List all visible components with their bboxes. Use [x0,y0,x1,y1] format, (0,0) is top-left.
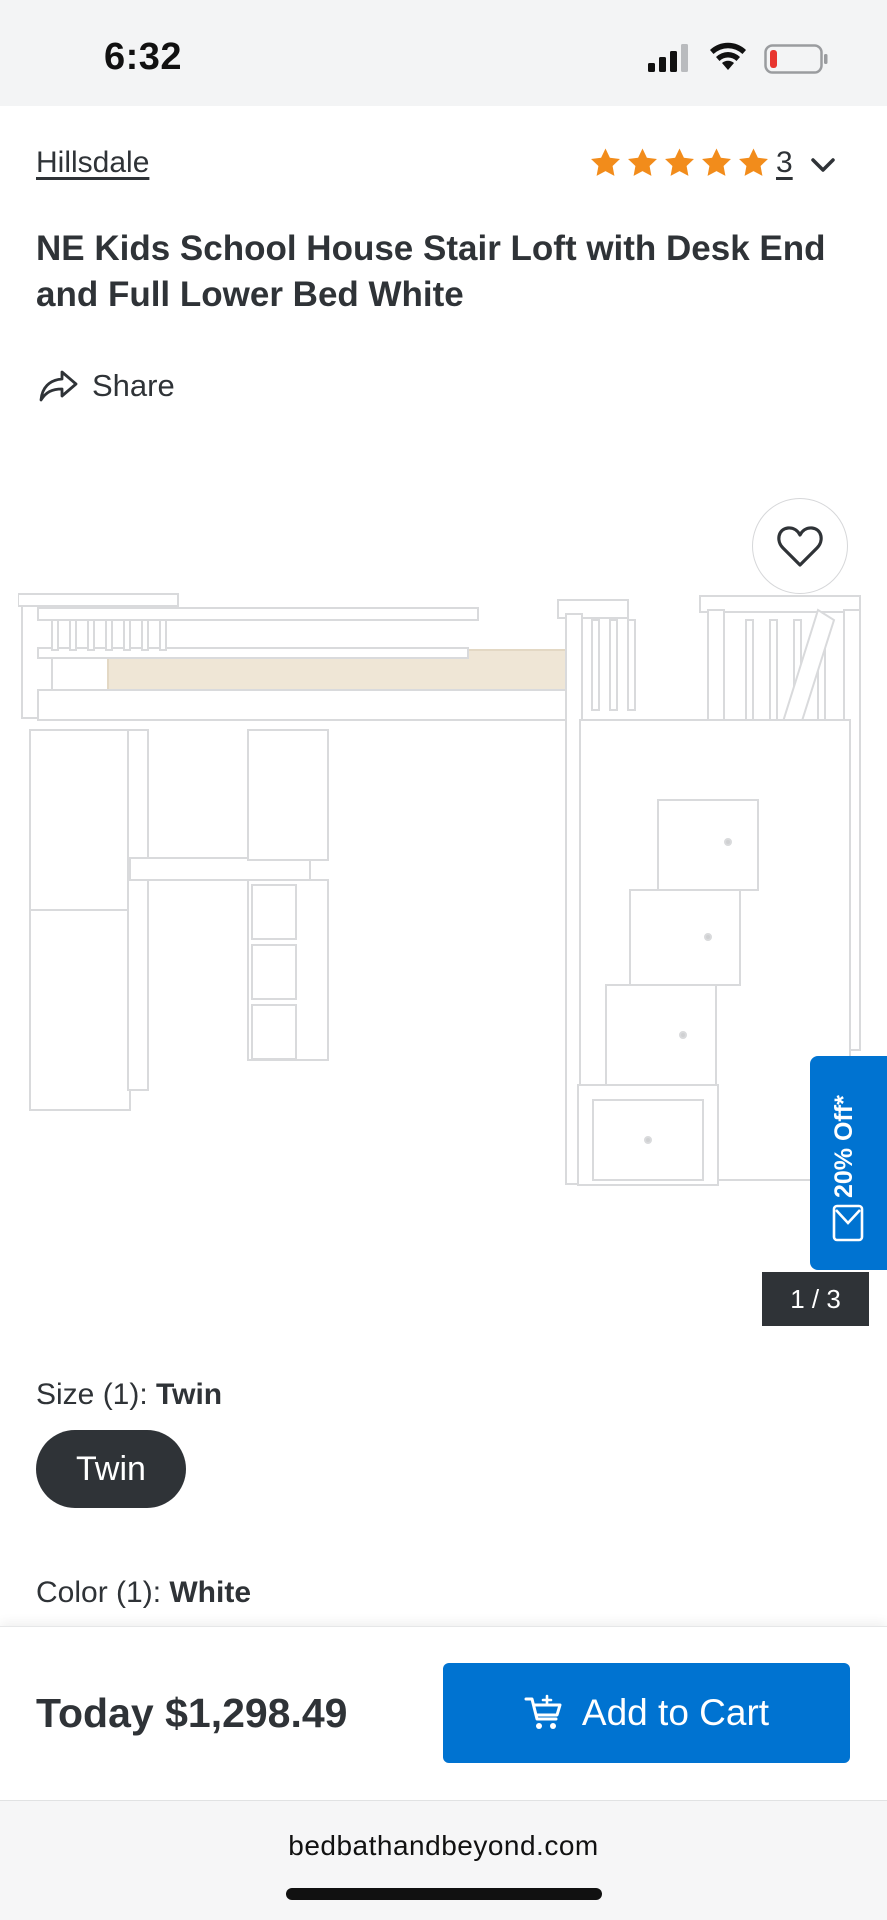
promo-text: 20% Off* [830,1095,858,1198]
chevron-down-icon[interactable] [808,152,838,178]
favorite-button[interactable] [752,498,848,594]
color-prefix: Color (1): [36,1576,170,1609]
add-to-cart-button[interactable]: Add to Cart [443,1663,850,1763]
color-label: Color (1): White [36,1576,251,1610]
size-option-twin[interactable]: Twin [36,1430,186,1508]
review-count-link[interactable]: 3 [776,146,793,180]
brand-link[interactable]: Hillsdale [36,146,149,180]
image-counter: 1 / 3 [762,1272,869,1326]
share-arrow-icon [39,370,78,402]
color-value: White [169,1576,252,1609]
status-bar: 6:32 [0,0,887,106]
star-icon [702,148,731,176]
status-time: 6:32 [104,36,183,78]
size-value: Twin [156,1378,223,1411]
add-to-cart-label: Add to Cart [581,1692,770,1733]
price: Today $1,298.49 [36,1690,348,1736]
wifi-icon [710,42,746,70]
star-icon [739,148,768,176]
battery-low-icon [764,44,828,74]
cart-plus-icon [524,1694,562,1729]
envelope-icon [832,1204,864,1242]
url-bar[interactable]: bedbathandbeyond.com [0,1830,887,1862]
product-title: NE Kids School House Stair Loft with Des… [36,229,826,314]
cellular-signal-icon [648,44,688,72]
share-button[interactable]: Share [36,366,175,406]
heart-icon [777,526,823,567]
size-prefix: Size (1): [36,1378,157,1411]
product-image[interactable] [18,580,870,1220]
star-rating[interactable] [588,146,771,180]
share-label: Share [92,368,175,403]
star-icon [665,148,694,176]
star-icon [628,148,657,176]
star-icon [591,148,620,176]
size-label: Size (1): Twin [36,1378,222,1412]
home-indicator[interactable] [286,1888,602,1900]
